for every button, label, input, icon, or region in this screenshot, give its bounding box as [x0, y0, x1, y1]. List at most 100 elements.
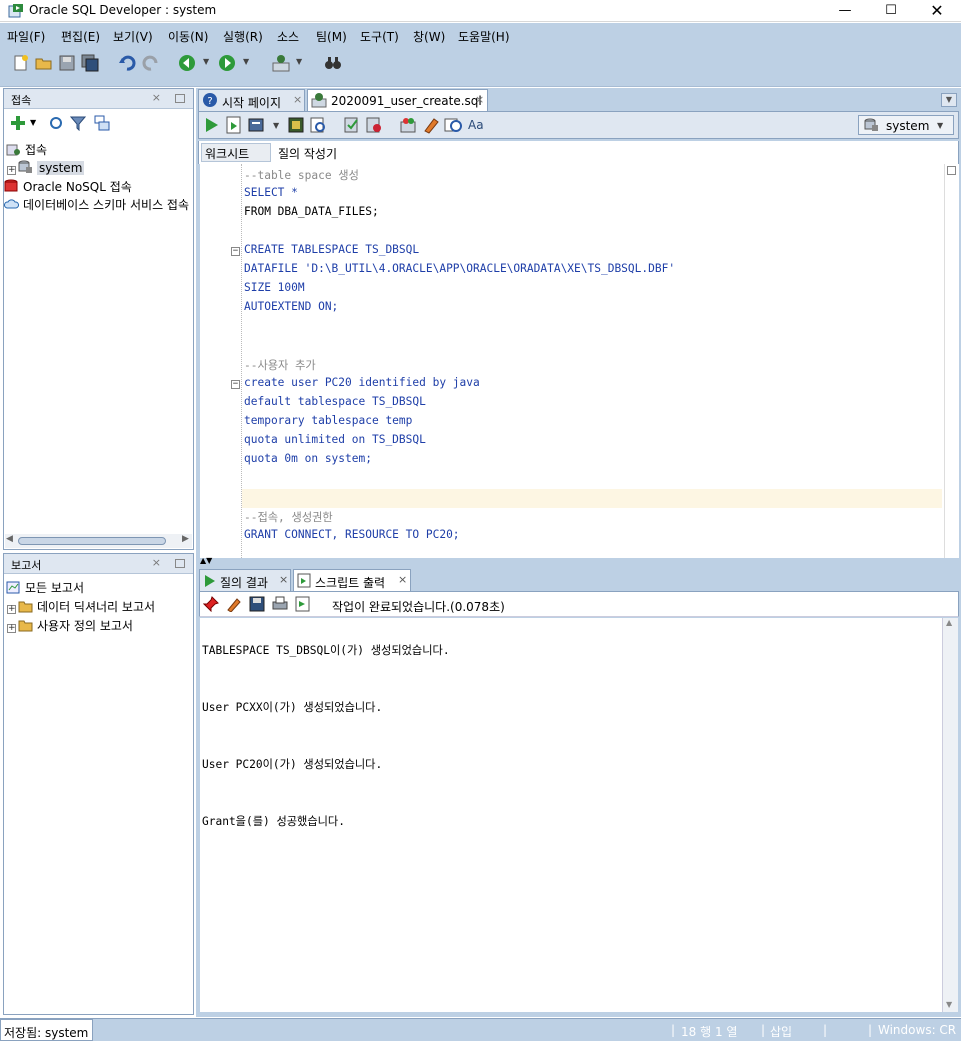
minimize-panel-icon[interactable] — [175, 94, 185, 103]
binoculars-icon[interactable] — [324, 54, 342, 72]
refresh-icon[interactable] — [48, 115, 64, 131]
code-line: SELECT * — [244, 186, 298, 199]
close-tab-icon[interactable]: × — [293, 93, 302, 106]
tree-all-reports[interactable]: 모든 보고서 — [6, 579, 84, 596]
close-window-button[interactable]: ✕ — [914, 0, 960, 22]
sql-worksheet-dropdown-icon[interactable]: ▼ — [296, 57, 302, 66]
connections-panel-header: 접속 × — [4, 89, 193, 109]
collapse-arrows-icon[interactable]: ▲▼ — [200, 556, 212, 565]
menu-window[interactable]: 창(W) — [413, 28, 445, 45]
minimize-button[interactable]: — — [822, 0, 868, 22]
scrollbar-thumb[interactable] — [18, 537, 166, 545]
sql-tuning-icon[interactable] — [309, 116, 327, 134]
menu-team[interactable]: 팀(M) — [316, 28, 347, 45]
editor-subtab-bar: 워크시트 질의 작성기 — [198, 141, 959, 164]
run-statement-icon[interactable] — [203, 116, 221, 134]
menu-navigate[interactable]: 이동(N) — [168, 28, 208, 45]
sql-developer-app-icon — [8, 4, 23, 18]
add-connection-dropdown-icon[interactable]: ▼ — [30, 118, 36, 127]
save-output-icon[interactable] — [249, 596, 265, 612]
close-tab-icon[interactable]: × — [475, 93, 484, 106]
editor-toolbar: ▼ Aa system ▼ — [198, 111, 959, 139]
commit-icon[interactable] — [343, 116, 361, 134]
filter-icon[interactable] — [70, 115, 86, 131]
sql-history-icon[interactable] — [444, 116, 462, 134]
open-folder-icon[interactable] — [35, 54, 53, 72]
redo-icon[interactable] — [142, 54, 160, 72]
new-file-icon[interactable] — [12, 54, 30, 72]
print-icon[interactable] — [272, 596, 288, 612]
status-saved-box: 저장됨: system — [0, 1019, 93, 1041]
clear-output-icon[interactable] — [226, 596, 242, 612]
minimize-panel-icon[interactable] — [175, 559, 185, 568]
add-connection-icon[interactable] — [10, 115, 26, 131]
sql-worksheet-icon[interactable] — [272, 54, 290, 72]
connection-selector-label: system — [886, 119, 930, 133]
expand-icon[interactable]: + — [7, 166, 16, 175]
unshared-sql-worksheet-icon[interactable] — [399, 116, 417, 134]
fold-icon[interactable]: − — [231, 380, 240, 389]
run-output-icon[interactable] — [295, 596, 311, 612]
tree-user-defined-reports[interactable]: + 사용자 정의 보고서 — [7, 617, 133, 634]
save-all-icon[interactable] — [81, 54, 99, 72]
main-toolbar: ▼ ▼ ▼ — [0, 47, 961, 87]
tab-start-page[interactable]: ? 시작 페이지 × — [198, 89, 305, 111]
forward-dropdown-icon[interactable]: ▼ — [243, 57, 249, 66]
pane-splitter[interactable]: ▲▼ — [198, 556, 959, 567]
tab-query-result[interactable]: 질의 결과 × — [199, 569, 291, 591]
tree-connections-root[interactable]: 접속 — [6, 141, 47, 158]
menu-file[interactable]: 파일(F) — [7, 28, 45, 45]
tab-sql-file[interactable]: 2020091_user_create.sql × — [307, 89, 488, 111]
expand-icon[interactable]: + — [7, 624, 16, 633]
back-icon[interactable] — [178, 54, 196, 72]
status-insert-mode: 삽입 — [770, 1025, 793, 1039]
menu-view[interactable]: 보기(V) — [113, 28, 153, 45]
back-dropdown-icon[interactable]: ▼ — [203, 57, 209, 66]
output-vertical-scrollbar[interactable]: ▲ ▼ — [942, 618, 958, 1012]
status-separator: | — [868, 1023, 873, 1037]
scrollbar-box[interactable] — [947, 166, 956, 175]
sql-code-editor[interactable]: − − --table space 생성 SELECT * FROM DBA_DAT… — [200, 164, 944, 558]
close-panel-icon[interactable]: × — [152, 556, 161, 569]
format-case-icon[interactable]: Aa — [467, 116, 485, 134]
script-output-text[interactable]: TABLESPACE TS_DBSQL이(가) 생성되었습니다. User PC… — [200, 618, 942, 1012]
maximize-button[interactable]: ☐ — [868, 0, 914, 22]
tree-cloud-connection[interactable]: 데이터베이스 스키마 서비스 접속 — [4, 196, 192, 213]
explain-plan-icon[interactable] — [287, 116, 305, 134]
close-tab-icon[interactable]: × — [398, 573, 407, 586]
scroll-left-icon[interactable]: ◀ — [6, 534, 13, 544]
fold-icon[interactable]: − — [231, 247, 240, 256]
close-tab-icon[interactable]: × — [279, 573, 288, 586]
menu-help[interactable]: 도움말(H) — [458, 28, 510, 45]
save-icon[interactable] — [58, 54, 76, 72]
subtab-query-builder[interactable]: 질의 작성기 — [278, 145, 337, 162]
menu-edit[interactable]: 편집(E) — [61, 28, 100, 45]
editor-vertical-scrollbar[interactable] — [944, 164, 959, 558]
menu-tools[interactable]: 도구(T) — [360, 28, 399, 45]
tree-nosql-connection[interactable]: Oracle NoSQL 접속 — [4, 178, 132, 195]
menu-source[interactable]: 소스 — [277, 28, 299, 45]
scroll-right-icon[interactable]: ▶ — [182, 534, 189, 544]
menu-run[interactable]: 실행(R) — [223, 28, 263, 45]
subtab-worksheet[interactable]: 워크시트 — [201, 143, 271, 162]
tree-system-connection[interactable]: + system — [7, 160, 85, 175]
schema-browser-icon[interactable] — [94, 115, 110, 131]
pin-icon[interactable] — [203, 596, 219, 612]
run-script-icon[interactable] — [225, 116, 243, 134]
connection-selector[interactable]: system ▼ — [858, 115, 954, 135]
undo-icon[interactable] — [118, 54, 136, 72]
tree-data-dictionary-reports[interactable]: + 데이터 딕셔너리 보고서 — [7, 598, 155, 615]
rollback-icon[interactable] — [365, 116, 383, 134]
autotrace-dropdown-icon[interactable]: ▼ — [273, 121, 279, 130]
tab-list-dropdown-icon[interactable]: ▼ — [941, 93, 957, 107]
close-panel-icon[interactable]: × — [152, 91, 161, 104]
autotrace-icon[interactable] — [248, 116, 266, 134]
scroll-up-icon[interactable]: ▲ — [946, 618, 952, 627]
connections-folder-icon — [6, 144, 20, 156]
clear-icon[interactable] — [422, 116, 440, 134]
tab-script-output[interactable]: 스크립트 출력 × — [293, 569, 411, 591]
scroll-down-icon[interactable]: ▼ — [946, 1000, 952, 1009]
expand-icon[interactable]: + — [7, 605, 16, 614]
horizontal-scrollbar[interactable]: ◀ ▶ — [5, 534, 192, 548]
forward-icon[interactable] — [218, 54, 236, 72]
